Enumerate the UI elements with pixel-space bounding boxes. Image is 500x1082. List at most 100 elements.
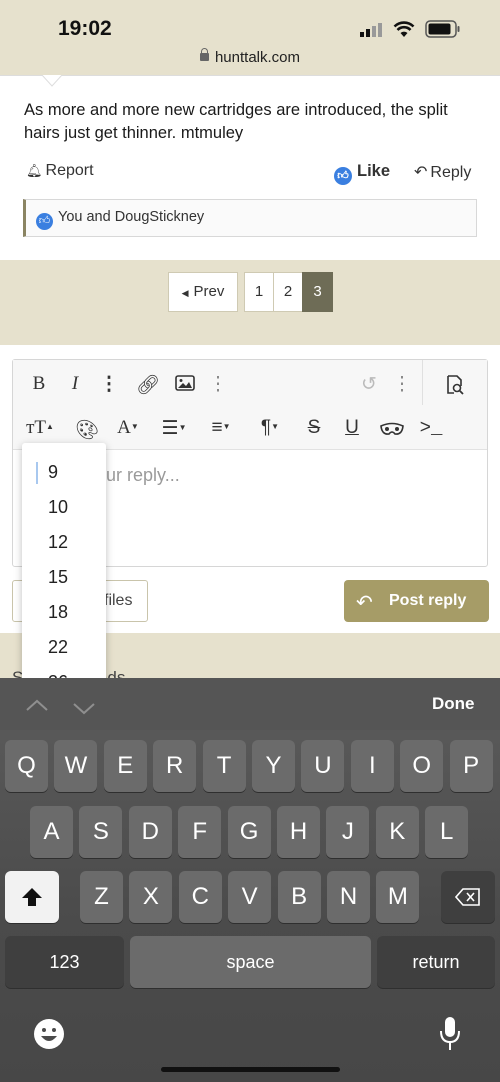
key-v[interactable]: V [228, 871, 272, 923]
preview-icon[interactable] [440, 375, 470, 401]
font-size-option[interactable]: 22 [48, 637, 68, 658]
key-r[interactable]: R [153, 740, 197, 792]
undo-icon[interactable]: ↺ [354, 373, 384, 396]
url-bar[interactable]: hunttalk.com [0, 48, 500, 66]
more-icon[interactable]: ⋮ [203, 373, 233, 396]
caret-up-icon: ▲ [46, 422, 54, 431]
page-1-button[interactable]: 1 [244, 272, 274, 312]
post-body: As more and more new cartridges are intr… [24, 101, 448, 142]
like-label: Like [357, 162, 391, 180]
emoji-icon[interactable] [33, 1018, 65, 1055]
post-card-notch [41, 74, 63, 87]
reactions-summary[interactable]: 👍︎ You and DougStickney [36, 209, 204, 230]
backspace-key[interactable] [441, 871, 495, 923]
caret-down-icon: ▼ [222, 422, 231, 431]
key-n[interactable]: N [327, 871, 370, 923]
italic-icon[interactable]: I [60, 373, 90, 395]
key-z[interactable]: Z [80, 871, 123, 923]
toolbar-divider [422, 360, 423, 405]
key-o[interactable]: O [400, 740, 444, 792]
bell-icon: 🔔︎ [26, 163, 43, 178]
lock-icon [199, 48, 209, 61]
font-size-option[interactable]: 9 [48, 462, 58, 483]
font-size-menu: 9 10 12 15 18 22 26 [22, 443, 106, 683]
status-time: 19:02 [58, 17, 112, 40]
reply-arrow-icon: ↶ [356, 592, 373, 614]
key-p[interactable]: P [449, 740, 493, 792]
font-size-option[interactable]: 12 [48, 532, 68, 553]
image-icon[interactable] [170, 375, 200, 397]
key-j[interactable]: J [326, 806, 370, 858]
done-button[interactable]: Done [432, 694, 475, 714]
battery-icon [425, 20, 461, 38]
paragraph-icon[interactable]: ¶▼ [252, 417, 288, 439]
link-icon[interactable]: 🔗︎ [133, 373, 163, 397]
caret-down-icon: ▼ [178, 423, 187, 432]
key-t[interactable]: T [202, 740, 246, 792]
caret-down-icon: ▼ [271, 422, 280, 431]
page-2-button[interactable]: 2 [273, 272, 303, 312]
key-k[interactable]: K [375, 806, 419, 858]
text-size-icon[interactable]: тT▲ [22, 417, 58, 439]
key-w[interactable]: W [54, 740, 98, 792]
numbers-key[interactable]: 123 [5, 936, 124, 988]
return-key[interactable]: return [377, 936, 495, 988]
report-label: Report [45, 162, 94, 179]
key-q[interactable]: Q [5, 740, 48, 792]
more-icon[interactable]: ⋮ [94, 373, 124, 396]
page-3-button[interactable]: 3 [302, 272, 333, 312]
font-size-option[interactable]: 15 [48, 567, 68, 588]
reply-link[interactable]: ↶ Reply [414, 162, 471, 182]
key-h[interactable]: H [277, 806, 320, 858]
key-e[interactable]: E [103, 740, 147, 792]
reply-label: Reply [430, 164, 472, 181]
key-i[interactable]: I [350, 740, 394, 792]
chevron-down-icon[interactable] [72, 696, 96, 722]
key-s[interactable]: S [79, 806, 123, 858]
key-a[interactable]: A [30, 806, 73, 858]
key-x[interactable]: X [129, 871, 173, 923]
home-indicator [161, 1067, 340, 1072]
caret-left-icon: ◀ [181, 288, 189, 298]
prev-page-button[interactable]: ◀ Prev [168, 272, 238, 312]
underline-icon[interactable]: U [337, 417, 367, 439]
reactions-label: You and DougStickney [58, 209, 205, 225]
thumbs-up-icon: 👍︎ [36, 213, 53, 230]
space-key[interactable]: space [130, 936, 371, 988]
key-b[interactable]: B [277, 871, 321, 923]
attach-files-label: files [104, 592, 133, 609]
key-y[interactable]: Y [252, 740, 295, 792]
color-palette-icon[interactable]: 🎨︎ [72, 418, 102, 442]
wifi-icon [393, 21, 415, 38]
bold-icon[interactable]: B [24, 373, 54, 395]
caret-down-icon: ▼ [130, 422, 139, 431]
font-size-option[interactable]: 10 [48, 497, 68, 518]
reply-arrow-icon: ↶ [414, 164, 428, 181]
thumbs-up-icon: 👍︎ [334, 167, 352, 185]
report-link[interactable]: 🔔︎ Report [26, 162, 94, 180]
text-cursor [36, 462, 38, 484]
font-size-option[interactable]: 18 [48, 602, 68, 623]
chevron-up-icon[interactable] [25, 692, 49, 718]
microphone-icon[interactable] [439, 1016, 461, 1057]
key-c[interactable]: C [178, 871, 222, 923]
key-g[interactable]: G [227, 806, 271, 858]
prev-label: Prev [193, 283, 225, 300]
key-d[interactable]: D [128, 806, 172, 858]
url-text: hunttalk.com [214, 49, 301, 66]
signal-icon [360, 23, 384, 37]
more-icon[interactable]: ⋮ [387, 373, 417, 396]
spoiler-icon[interactable] [377, 420, 407, 442]
key-m[interactable]: M [376, 871, 420, 923]
key-f[interactable]: F [178, 806, 222, 858]
key-l[interactable]: L [425, 806, 469, 858]
shift-key[interactable] [5, 871, 59, 923]
reply-editor-placeholder[interactable]: our reply... [96, 465, 180, 486]
align-icon[interactable]: ≡▼ [203, 417, 239, 439]
code-icon[interactable]: >_ [416, 417, 446, 439]
like-button[interactable]: 👍︎ Like [334, 162, 390, 185]
strikethrough-icon[interactable]: S [299, 417, 329, 439]
key-u[interactable]: U [301, 740, 345, 792]
list-icon[interactable]: ☰▼ [156, 417, 192, 440]
font-icon[interactable]: A▼ [110, 417, 146, 439]
